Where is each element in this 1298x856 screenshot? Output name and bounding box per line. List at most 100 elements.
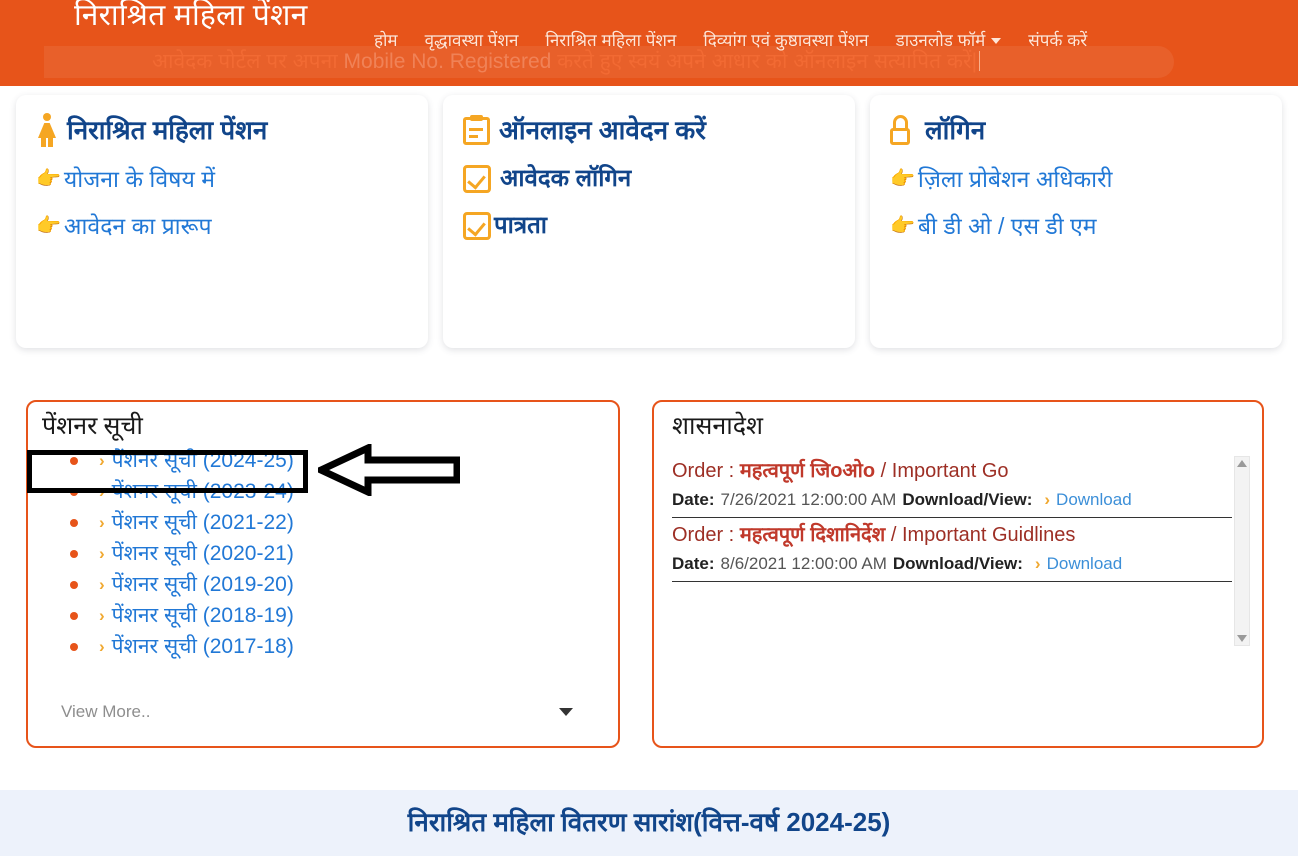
nav-item-old-age-pension-label: वृद्धावस्था पेंशन xyxy=(424,31,519,50)
order-row: Order : महत्वपूर्ण दिशानिर्देश / Importa… xyxy=(672,518,1232,582)
card-3-title: लॉगिन xyxy=(925,115,986,145)
nav-item-download-form-label: डाउनलोड फॉर्म xyxy=(895,31,986,50)
chevron-right-icon: › xyxy=(99,606,105,625)
pointing-hand-icon: 👉 xyxy=(890,168,915,190)
chevron-right-icon: › xyxy=(99,513,105,532)
date-label: Date: xyxy=(672,554,715,573)
marquee-hindi-part1: आवेदक पोर्टल पर अपना xyxy=(152,50,344,73)
order-1-name-hindi: महत्वपूर्ण जिoओo xyxy=(739,460,876,482)
pensioner-list-title: पेंशनर सूची xyxy=(42,413,143,440)
order-label: Order : xyxy=(672,524,735,546)
info-card-row: निराश्रित महिला पेंशन 👉 योजना के विषय मे… xyxy=(0,95,1298,348)
card-1-link-about-scheme[interactable]: 👉 योजना के विषय में xyxy=(36,164,408,194)
summary-band: निराश्रित महिला वितरण सारांश(वित्त-वर्ष … xyxy=(0,790,1298,856)
chevron-right-icon: › xyxy=(99,451,105,470)
pointing-hand-icon: 👉 xyxy=(890,215,915,237)
card-3-link-dpo-login-label: ज़िला प्रोबेशन अधिकारी xyxy=(917,166,1113,192)
list-item[interactable]: › पेंशनर सूची (2020-21) xyxy=(42,538,604,569)
bullet-icon xyxy=(70,549,78,558)
chevron-right-icon: › xyxy=(99,544,105,563)
chevron-right-icon: › xyxy=(1044,490,1051,509)
list-item[interactable]: › पेंशनर सूची (2024-25) xyxy=(42,445,604,476)
order-1-date: 7/26/2021 12:00:00 AM xyxy=(720,490,897,509)
order-label: Order : xyxy=(672,460,735,482)
order-2-name-hindi: महत्वपूर्ण दिशानिर्देश xyxy=(739,524,886,546)
list-item[interactable]: › पेंशनर सूची (2019-20) xyxy=(42,569,604,600)
card-2-title: ऑनलाइन आवेदन करें xyxy=(499,115,706,145)
date-label: Date: xyxy=(672,490,715,509)
card-2-header: ऑनलाइन आवेदन करें xyxy=(463,113,835,147)
nav-item-disability-pension-label: दिव्यांग एवं कुष्ठावस्था पेंशन xyxy=(703,31,869,50)
card-2-link-eligibility[interactable]: पात्रता xyxy=(463,211,835,241)
order-row: Order : महत्वपूर्ण जिoओo / Important Go … xyxy=(672,454,1232,518)
card-1-title: निराश्रित महिला पेंशन xyxy=(67,115,268,145)
nav-item-download-form[interactable]: डाउनलोड फॉर्म xyxy=(896,30,1002,52)
scroll-up-arrow-icon[interactable] xyxy=(1237,460,1247,467)
checkbox-icon xyxy=(463,165,491,193)
bullet-icon xyxy=(70,580,78,589)
bullet-icon xyxy=(70,611,78,620)
bullet-icon xyxy=(70,487,78,496)
orders-list: Order : महत्वपूर्ण जिoओo / Important Go … xyxy=(672,454,1232,582)
summary-title: निराश्रित महिला वितरण सारांश(वित्त-वर्ष … xyxy=(407,807,891,837)
pointing-hand-icon: 👉 xyxy=(36,168,61,190)
scroll-down-arrow-icon[interactable] xyxy=(1237,635,1247,642)
card-3-link-bdo-sdm-login[interactable]: 👉 बी डी ओ / एस डी एम xyxy=(890,211,1262,241)
chevron-right-icon: › xyxy=(99,575,105,594)
card-1-link-application-format[interactable]: 👉 आवेदन का प्रारूप xyxy=(36,211,408,241)
nav-item-contact-us[interactable]: संपर्क करें xyxy=(1028,30,1087,52)
chevron-right-icon: › xyxy=(99,637,105,656)
list-item[interactable]: › पेंशनर सूची (2023-24) xyxy=(42,476,604,507)
chevron-right-icon: › xyxy=(99,482,105,501)
government-orders-panel: शासनादेश Order : महत्वपूर्ण जिoओo / Impo… xyxy=(652,400,1264,748)
orders-scroll-area: Order : महत्वपूर्ण जिoओo / Important Go … xyxy=(672,454,1250,646)
list-item[interactable]: › पेंशनर सूची (2017-18) xyxy=(42,631,604,662)
card-2-link-applicant-login-label: आवेदक लॉगिन xyxy=(500,165,632,192)
order-2-separator: / xyxy=(885,524,902,546)
order-2-download-link[interactable]: Download xyxy=(1047,552,1123,576)
chevron-right-icon: › xyxy=(1034,554,1041,573)
view-more-button[interactable]: View More.. xyxy=(61,702,573,722)
card-online-application: ऑनलाइन आवेदन करें आवेदक लॉगिन पात्रता xyxy=(443,95,855,348)
woman-icon xyxy=(36,113,58,147)
pensioner-list: › पेंशनर सूची (2024-25) › पेंशनर सूची (2… xyxy=(42,445,604,662)
download-view-label: Download/View: xyxy=(892,554,1023,573)
card-2-link-applicant-login[interactable]: आवेदक लॉगिन xyxy=(463,164,835,194)
nav-item-old-age-pension[interactable]: वृद्धावस्था पेंशन xyxy=(425,30,519,52)
card-destitute-women-pension: निराश्रित महिला पेंशन 👉 योजना के विषय मे… xyxy=(16,95,428,348)
list-item[interactable]: › पेंशनर सूची (2018-19) xyxy=(42,600,604,631)
card-3-header: लॉगिन xyxy=(890,113,1262,147)
order-2-title: Order : महत्वपूर्ण दिशानिर्देश / Importa… xyxy=(672,518,1232,552)
pensioner-list-link-2018-19[interactable]: पेंशनर सूची (2018-19) xyxy=(112,602,294,630)
pensioner-list-link-2023-24[interactable]: पेंशनर सूची (2023-24) xyxy=(112,478,294,506)
card-login: लॉगिन 👉 ज़िला प्रोबेशन अधिकारी 👉 बी डी ओ… xyxy=(870,95,1282,348)
pensioner-list-link-2021-22[interactable]: पेंशनर सूची (2021-22) xyxy=(112,509,294,537)
pensioner-list-link-2017-18[interactable]: पेंशनर सूची (2017-18) xyxy=(112,633,294,661)
site-logo-title[interactable]: निराश्रित महिला पेंशन xyxy=(74,0,344,34)
nav-item-disability-pension[interactable]: दिव्यांग एवं कुष्ठावस्था पेंशन xyxy=(703,30,868,52)
bullet-icon xyxy=(70,518,78,527)
order-1-download-link[interactable]: Download xyxy=(1056,488,1132,512)
order-1-meta: Date: 7/26/2021 12:00:00 AM Download/Vie… xyxy=(672,488,1232,518)
pensioner-list-panel: पेंशनर सूची › पेंशनर सूची (2024-25) › पे… xyxy=(26,400,620,748)
pensioner-list-link-2020-21[interactable]: पेंशनर सूची (2020-21) xyxy=(112,540,294,568)
pensioner-list-link-2024-25[interactable]: पेंशनर सूची (2024-25) xyxy=(112,447,294,475)
nav-item-destitute-women-pension[interactable]: निराश्रित महिला पेंशन xyxy=(545,30,676,52)
main-navigation: होम वृद्धावस्था पेंशन निराश्रित महिला पे… xyxy=(374,30,1087,52)
chevron-down-icon xyxy=(559,708,573,716)
bullet-icon xyxy=(70,642,78,651)
pensioner-list-link-2019-20[interactable]: पेंशनर सूची (2019-20) xyxy=(112,571,294,599)
order-2-meta: Date: 8/6/2021 12:00:00 AM Download/View… xyxy=(672,552,1232,582)
order-1-name-english: Important Go xyxy=(891,460,1009,482)
list-item[interactable]: › पेंशनर सूची (2021-22) xyxy=(42,507,604,538)
unlock-icon xyxy=(890,115,916,145)
download-view-label: Download/View: xyxy=(902,490,1033,509)
nav-item-home[interactable]: होम xyxy=(374,30,398,52)
orders-scrollbar[interactable] xyxy=(1234,456,1250,646)
panel-row: पेंशनर सूची › पेंशनर सूची (2024-25) › पे… xyxy=(0,400,1298,748)
pointing-hand-icon: 👉 xyxy=(36,215,61,237)
nav-item-contact-us-label: संपर्क करें xyxy=(1028,31,1088,50)
card-3-link-dpo-login[interactable]: 👉 ज़िला प्रोबेशन अधिकारी xyxy=(890,164,1262,194)
order-1-separator: / xyxy=(875,460,892,482)
card-1-header: निराश्रित महिला पेंशन xyxy=(36,113,408,147)
